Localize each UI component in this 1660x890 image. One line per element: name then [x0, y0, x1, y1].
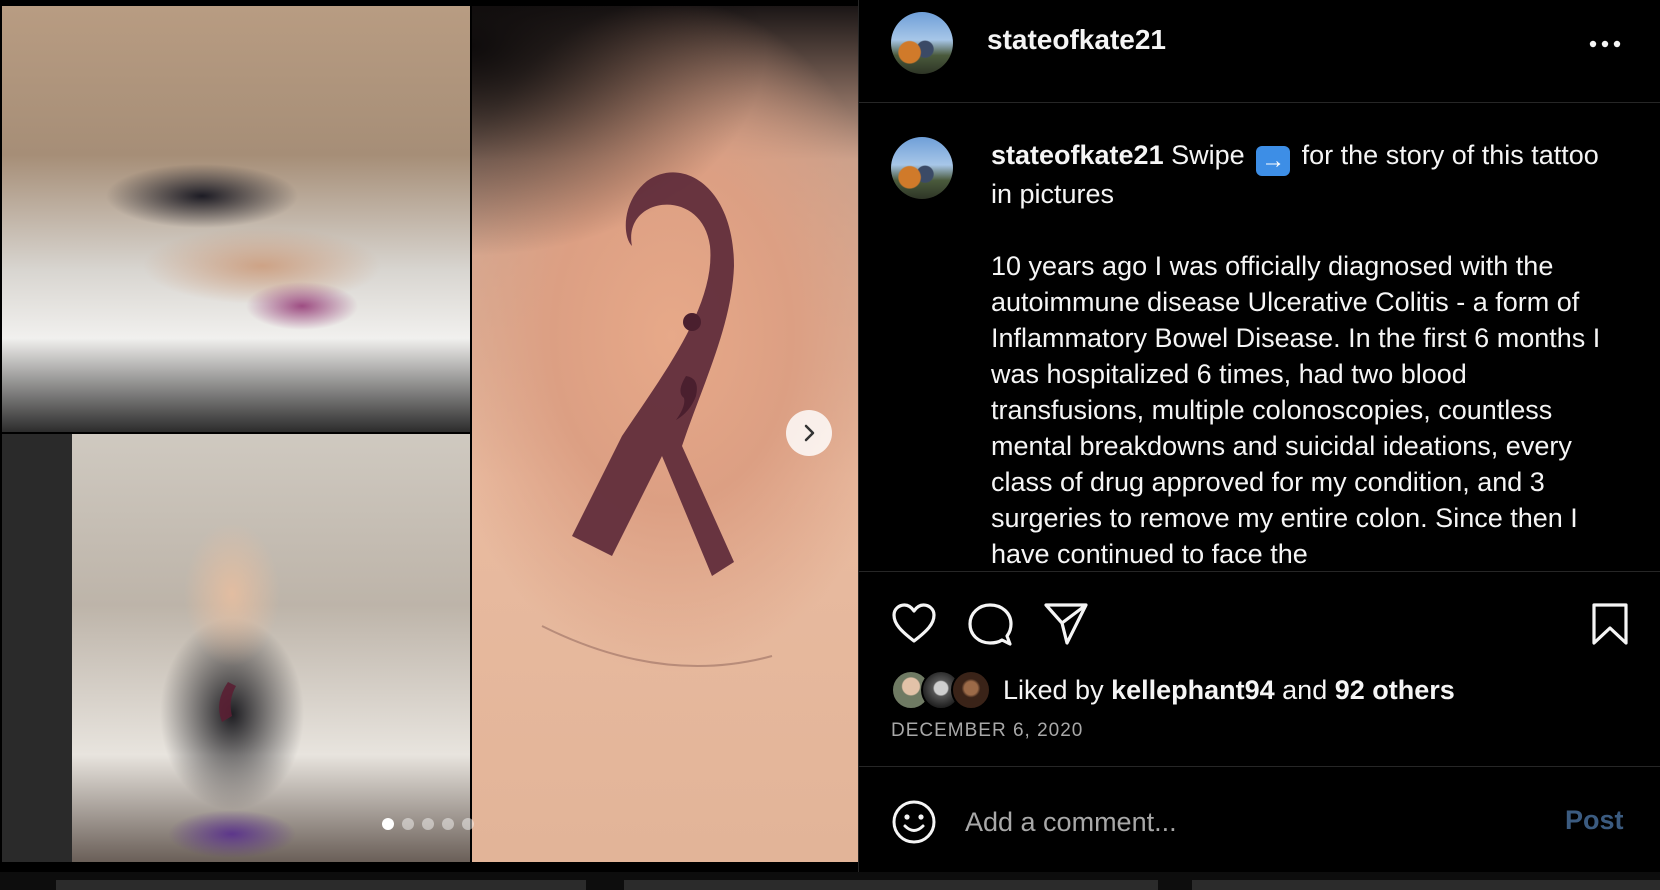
liked-by-others[interactable]: 92 others	[1335, 675, 1455, 705]
carousel-dot	[442, 818, 454, 830]
bookmark-icon	[1592, 603, 1628, 645]
carousel-indicator	[382, 818, 474, 830]
likes-summary[interactable]: Liked by kellephant94 and 92 others	[891, 670, 1455, 710]
caption-intro-before: Swipe	[1163, 140, 1253, 170]
instagram-post: stateofkate21 stateofkate21 Swipe → for …	[0, 0, 1660, 890]
caption-text: stateofkate21 Swipe → for the story of t…	[991, 137, 1611, 571]
carousel-dot	[382, 818, 394, 830]
liked-by-middle: and	[1274, 674, 1335, 705]
caption-username[interactable]: stateofkate21	[991, 140, 1164, 170]
carousel-dot	[422, 818, 434, 830]
caption-author-avatar[interactable]	[891, 137, 953, 199]
author-username[interactable]: stateofkate21	[987, 24, 1166, 56]
liked-by-prefix: Liked by	[1003, 674, 1112, 705]
carousel-next-button[interactable]	[786, 410, 832, 456]
chevron-right-icon	[804, 424, 815, 442]
send-icon	[1044, 603, 1088, 645]
post-header: stateofkate21	[859, 0, 1660, 103]
more-options-button[interactable]	[1583, 26, 1627, 62]
liker-avatar	[951, 670, 991, 710]
photo-mirror-selfie	[2, 434, 470, 862]
carousel-dot	[402, 818, 414, 830]
caption-body: 10 years ago I was officially diagnosed …	[991, 251, 1608, 569]
liked-by-user[interactable]: kellephant94	[1111, 675, 1275, 705]
emoji-picker-button[interactable]	[891, 799, 937, 850]
comment-icon	[968, 603, 1013, 646]
arrow-right-emoji-icon: →	[1256, 146, 1291, 176]
comment-bar: Post	[859, 766, 1660, 873]
carousel-dot	[462, 818, 474, 830]
photo-lying-on-tattoo-table	[2, 6, 470, 432]
smiley-icon	[892, 800, 936, 844]
share-button[interactable]	[1043, 602, 1089, 651]
author-avatar[interactable]	[891, 12, 953, 74]
post-media[interactable]	[0, 0, 858, 862]
comment-input[interactable]	[963, 799, 1507, 845]
liked-by-text: Liked by kellephant94 and 92 others	[1003, 675, 1455, 706]
post-date[interactable]: DECEMBER 6, 2020	[891, 720, 1083, 742]
like-button[interactable]	[891, 602, 937, 649]
post-actions	[859, 572, 1660, 662]
post-side-panel: stateofkate21 stateofkate21 Swipe → for …	[858, 0, 1660, 872]
save-button[interactable]	[1591, 602, 1629, 651]
caption-section: stateofkate21 Swipe → for the story of t…	[859, 103, 1660, 572]
heart-icon	[892, 603, 936, 643]
post-comment-button[interactable]: Post	[1565, 805, 1624, 836]
below-post-strip	[0, 872, 1660, 890]
more-horizontal-icon	[1589, 40, 1621, 48]
comment-button[interactable]	[967, 602, 1013, 653]
